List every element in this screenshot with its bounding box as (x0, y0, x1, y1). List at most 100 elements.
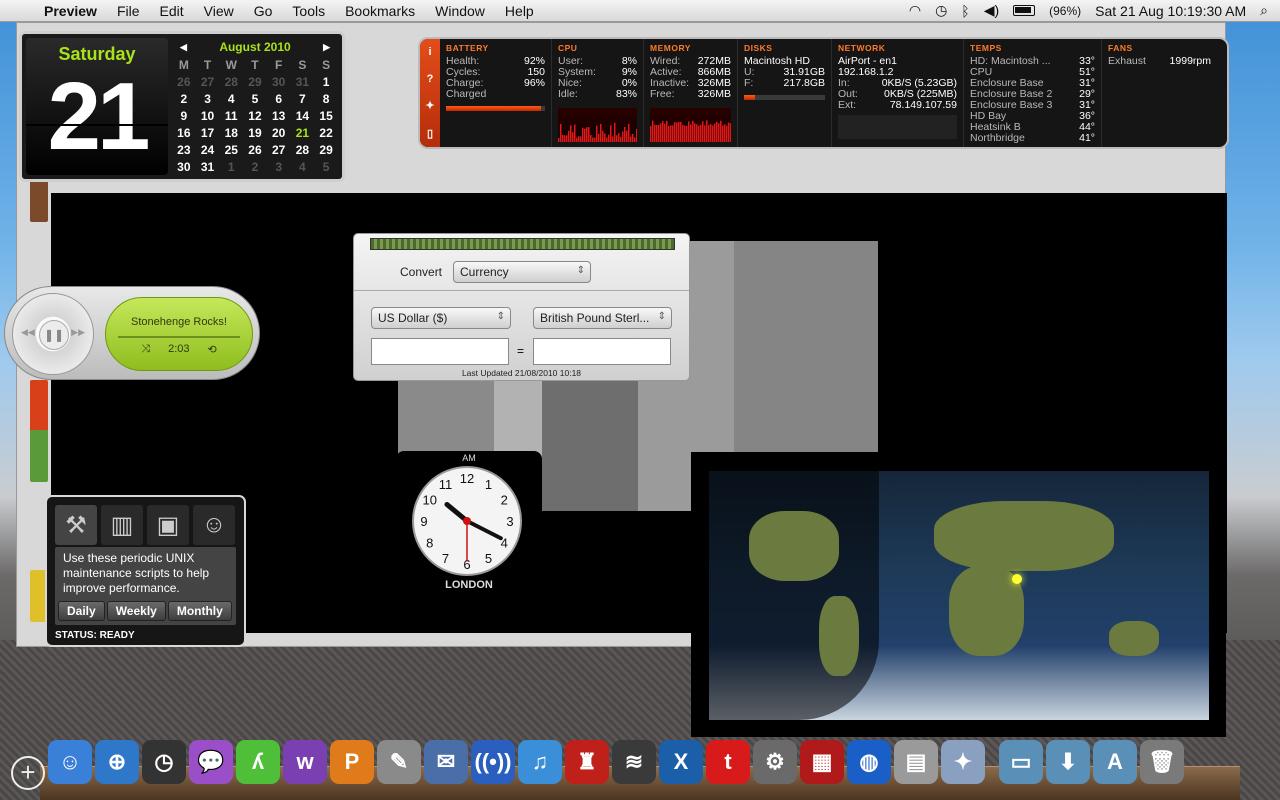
conversion-type-select[interactable]: Currency (453, 261, 591, 283)
world-clock-widget[interactable]: AM 12 1 2 3 4 5 6 7 8 9 10 11 LONDON (396, 451, 542, 596)
wifi-icon[interactable]: ◠ (909, 2, 921, 19)
downloads-stack-icon[interactable]: ⬇ (1046, 740, 1090, 784)
time-machine-icon[interactable]: ◷ (935, 2, 947, 19)
desktop-icon[interactable] (30, 380, 48, 432)
wordpress-icon[interactable]: w (283, 740, 327, 784)
next-month-icon[interactable]: ▶ (323, 42, 330, 53)
menu-view[interactable]: View (194, 3, 244, 19)
calendar-date[interactable]: 30 (267, 73, 291, 90)
trash-can-icon[interactable]: ▥ (101, 505, 143, 545)
calendar-date[interactable]: 1 (314, 73, 338, 90)
hard-drive-icon[interactable]: ▣ (147, 505, 189, 545)
applications-stack-icon[interactable]: A (1093, 740, 1137, 784)
adium-icon[interactable]: ʎ (236, 740, 280, 784)
pause-button[interactable]: ❚❚ (39, 320, 69, 350)
calendar-date[interactable]: 19 (243, 124, 267, 141)
itunes-icon[interactable]: ♫ (518, 740, 562, 784)
calendar-date[interactable]: 6 (267, 90, 291, 107)
prev-month-icon[interactable]: ◀ (180, 42, 187, 53)
menu-edit[interactable]: Edit (150, 3, 194, 19)
volume-icon[interactable]: ◀) (984, 2, 999, 19)
finder-icon[interactable]: ☺ (193, 505, 235, 545)
add-widget-button[interactable]: + (11, 756, 45, 790)
help-icon[interactable]: ? (427, 73, 434, 85)
desktop-icon[interactable] (30, 430, 48, 482)
weekly-button[interactable]: Weekly (106, 601, 166, 621)
bluetooth-icon[interactable]: ᛒ (961, 3, 969, 19)
calendar-date[interactable]: 25 (219, 141, 243, 158)
monthly-button[interactable]: Monthly (167, 601, 232, 621)
trash-icon[interactable]: 🗑 (1140, 740, 1184, 784)
calendar-date[interactable]: 20 (267, 124, 291, 141)
battery-icon[interactable] (1013, 5, 1036, 16)
calendar-date[interactable]: 3 (267, 158, 291, 175)
itunes-widget[interactable]: ◀◀ ❚❚ ▶▶ Stonehenge Rocks! ⤨ 2:03 ⟲ (4, 286, 260, 380)
radio-icon[interactable]: ((•)) (471, 740, 515, 784)
dashboard-icon[interactable]: ◷ (142, 740, 186, 784)
spotify-icon[interactable]: ≋ (612, 740, 656, 784)
pages-icon[interactable]: P (330, 740, 374, 784)
calendar-date[interactable]: 26 (172, 73, 196, 90)
playback-wheel[interactable]: ◀◀ ❚❚ ▶▶ (12, 293, 94, 375)
calendar-date[interactable]: 28 (219, 73, 243, 90)
calendar-date[interactable]: 13 (267, 107, 291, 124)
calendar-widget[interactable]: Saturday 21 ◀ August 2010 ▶ M T W T F S S 26 27 2… (19, 31, 345, 182)
menu-bookmarks[interactable]: Bookmarks (335, 3, 425, 19)
menubar-clock[interactable]: Sat 21 Aug 10:19:30 AM (1095, 3, 1246, 19)
info-icon[interactable]: i (428, 46, 431, 58)
calendar-date[interactable]: 5 (243, 90, 267, 107)
documents-stack-icon[interactable]: ▭ (999, 740, 1043, 784)
spotlight-icon[interactable]: ⌕ (1260, 2, 1268, 19)
calendar-date[interactable]: 14 (291, 107, 315, 124)
tools-icon[interactable]: ⚒ (55, 505, 97, 545)
calendar-date[interactable]: 10 (196, 107, 220, 124)
world-map-widget[interactable] (691, 452, 1226, 737)
calendar-date[interactable]: 26 (243, 141, 267, 158)
system-preferences-icon[interactable]: ⚙ (753, 740, 797, 784)
to-amount-input[interactable] (533, 338, 671, 365)
mail-icon[interactable]: ✉ (424, 740, 468, 784)
menu-tools[interactable]: Tools (282, 3, 335, 19)
twitterrific-icon[interactable]: t (706, 740, 750, 784)
calendar-date[interactable]: 5 (314, 158, 338, 175)
calendar-date[interactable]: 3 (196, 90, 220, 107)
calendar-date[interactable]: 27 (196, 73, 220, 90)
pulse-icon[interactable]: ✦ (425, 99, 434, 112)
calendar-date[interactable]: 22 (314, 124, 338, 141)
calendar-date[interactable]: 28 (291, 141, 315, 158)
to-currency-select[interactable]: British Pound Sterl... (533, 307, 672, 329)
calendar-date[interactable]: 1 (219, 158, 243, 175)
menu-go[interactable]: Go (244, 3, 283, 19)
calendar-date[interactable]: 31 (291, 73, 315, 90)
repeat-icon[interactable]: ⟲ (208, 343, 217, 356)
iphoto-icon[interactable]: ✦ (941, 740, 985, 784)
google-earth-icon[interactable]: ◍ (847, 740, 891, 784)
calendar-date[interactable]: 16 (172, 124, 196, 141)
menu-file[interactable]: File (107, 3, 150, 19)
istat-widget[interactable]: i ? ✦ ▯ BATTERY Health: 92% Cycles: 150 Char… (418, 37, 1229, 149)
photo-booth-icon[interactable]: ▦ (800, 740, 844, 784)
xcode-icon[interactable]: X (659, 740, 703, 784)
calendar-date[interactable]: 2 (172, 90, 196, 107)
calendar-date[interactable]: 9 (172, 107, 196, 124)
calendar-date[interactable]: 7 (291, 90, 315, 107)
calendar-date[interactable]: 23 (172, 141, 196, 158)
calendar-date[interactable]: 17 (196, 124, 220, 141)
from-currency-select[interactable]: US Dollar ($) (371, 307, 511, 329)
menu-help[interactable]: Help (495, 3, 544, 19)
previous-track-icon[interactable]: ◀◀ (21, 327, 35, 338)
calendar-date[interactable]: 4 (219, 90, 243, 107)
next-track-icon[interactable]: ▶▶ (71, 327, 85, 338)
calendar-date[interactable]: 8 (314, 90, 338, 107)
calendar-date[interactable]: 15 (314, 107, 338, 124)
ichat-icon[interactable]: 💬 (189, 740, 233, 784)
calendar-date[interactable]: 29 (243, 73, 267, 90)
calendar-date[interactable]: 24 (196, 141, 220, 158)
calendar-date[interactable]: 30 (172, 158, 196, 175)
preview-icon[interactable]: ✎ (377, 740, 421, 784)
calendar-date[interactable]: 21 (291, 124, 315, 141)
unit-converter-widget[interactable]: Convert Currency US Dollar ($) British P… (353, 233, 690, 381)
calendar-date[interactable]: 18 (219, 124, 243, 141)
app-menu[interactable]: Preview (34, 3, 107, 19)
calendar-date[interactable]: 11 (219, 107, 243, 124)
